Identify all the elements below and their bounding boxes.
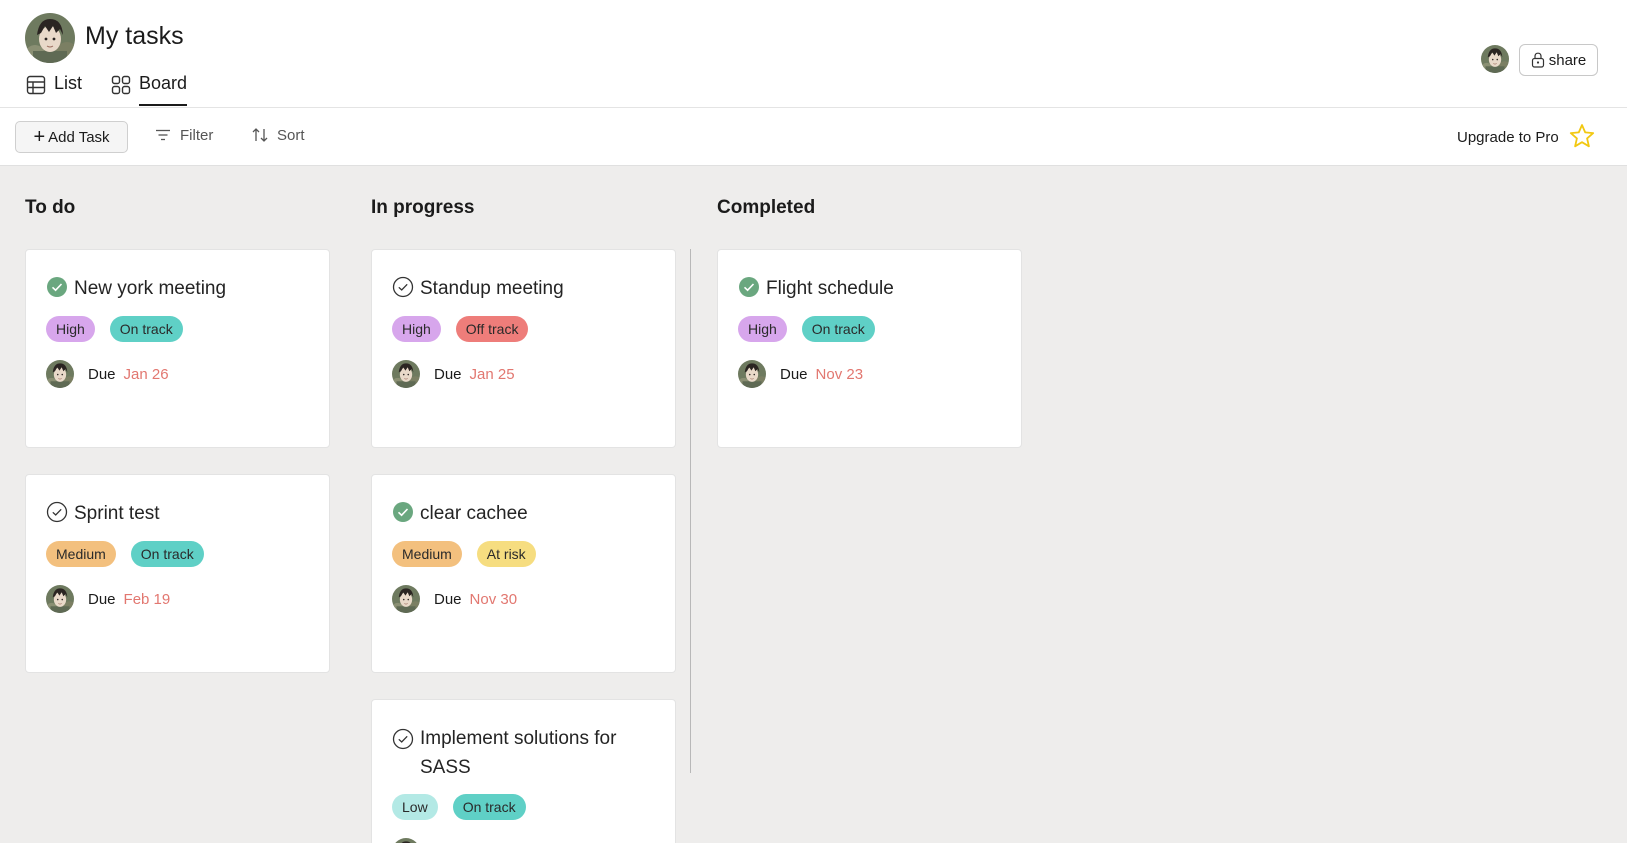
due-label: Due: [434, 590, 462, 608]
add-task-label: Add Task: [48, 128, 110, 146]
column-title-in-progress: In progress: [371, 197, 475, 218]
grid-icon: [111, 75, 131, 95]
star-icon: [1569, 124, 1594, 148]
filter-icon: [156, 129, 170, 141]
tab-label: Board: [139, 73, 188, 106]
check-circle-icon[interactable]: [392, 276, 414, 298]
filter-label: Filter: [180, 126, 214, 144]
status-tag[interactable]: On track: [452, 794, 526, 820]
add-task-button[interactable]: + Add Task: [15, 121, 128, 153]
task-title: Flight schedule: [766, 278, 894, 299]
due-date[interactable]: Nov 23: [816, 366, 864, 383]
status-tag[interactable]: On track: [130, 541, 204, 567]
assignee-avatar[interactable]: [46, 360, 74, 388]
due-label: Due: [780, 365, 808, 383]
assignee-avatar[interactable]: [392, 585, 420, 613]
task-card[interactable]: New york meeting High On track Due Jan 2…: [25, 249, 330, 448]
share-label: share: [1548, 51, 1587, 69]
task-card[interactable]: clear cachee Medium At risk Due Nov 30: [371, 474, 676, 673]
toolbar: + Add Task Filter Sort Upgrade to Pro: [0, 108, 1627, 166]
due-label: Due: [88, 590, 116, 608]
page-header: My tasks List Board share: [0, 0, 1627, 108]
tab-list[interactable]: List: [26, 73, 82, 107]
task-title: Sprint test: [74, 503, 160, 524]
due-date[interactable]: Jan 26: [124, 366, 169, 383]
priority-tag[interactable]: Medium: [392, 541, 462, 567]
due-date[interactable]: Feb 19: [124, 591, 171, 608]
avatar[interactable]: [25, 13, 75, 63]
priority-tag[interactable]: High: [738, 316, 787, 342]
status-tag[interactable]: On track: [109, 316, 183, 342]
page-title: My tasks: [85, 22, 184, 50]
upgrade-button[interactable]: Upgrade to Pro: [1457, 124, 1595, 149]
column-title-completed: Completed: [717, 197, 816, 218]
task-title: Standup meeting: [420, 278, 564, 299]
due-label: Due: [88, 365, 116, 383]
due-date[interactable]: Jan 25: [470, 366, 515, 383]
tab-board[interactable]: Board: [111, 73, 188, 107]
task-title: clear cachee: [420, 503, 528, 524]
check-done-icon[interactable]: [392, 501, 414, 523]
share-button[interactable]: share: [1519, 44, 1598, 76]
task-title: New york meeting: [74, 278, 227, 299]
task-card[interactable]: Flight schedule High On track Due Nov 23: [717, 249, 1022, 448]
check-circle-icon[interactable]: [46, 501, 68, 523]
priority-tag[interactable]: High: [392, 316, 441, 342]
task-title: Implement solutions for SASS: [420, 728, 617, 778]
status-tag[interactable]: On track: [801, 316, 875, 342]
assignee-avatar[interactable]: [738, 360, 766, 388]
task-card[interactable]: Standup meeting High Off track Due Jan 2…: [371, 249, 676, 448]
priority-tag[interactable]: Low: [392, 794, 438, 820]
task-card[interactable]: Implement solutions for SASS Low On trac…: [371, 699, 676, 843]
due-date[interactable]: Nov 30: [470, 591, 518, 608]
assignee-avatar[interactable]: [392, 360, 420, 388]
task-card[interactable]: Sprint test Medium On track Due Feb 19: [25, 474, 330, 673]
column-divider: [690, 249, 691, 773]
table-icon: [26, 75, 46, 95]
sort-label: Sort: [277, 126, 305, 144]
upgrade-label: Upgrade to Pro: [1457, 128, 1559, 146]
priority-tag[interactable]: Medium: [46, 541, 116, 567]
plus-icon: +: [33, 126, 46, 148]
filter-button[interactable]: Filter: [154, 126, 213, 144]
sort-icon: [252, 128, 268, 142]
sort-button[interactable]: Sort: [251, 126, 305, 144]
lock-icon: [1531, 52, 1544, 68]
status-tag[interactable]: At risk: [476, 541, 536, 567]
assignee-avatar[interactable]: [392, 838, 420, 843]
check-circle-icon[interactable]: [392, 728, 414, 750]
column-title-todo: To do: [25, 197, 76, 218]
due-label: Due: [434, 365, 462, 383]
assignee-avatar[interactable]: [46, 585, 74, 613]
status-tag[interactable]: Off track: [455, 316, 529, 342]
check-done-icon[interactable]: [738, 276, 760, 298]
check-done-icon[interactable]: [46, 276, 68, 298]
tab-label: List: [54, 73, 83, 93]
priority-tag[interactable]: High: [46, 316, 95, 342]
user-avatar[interactable]: [1481, 45, 1509, 73]
